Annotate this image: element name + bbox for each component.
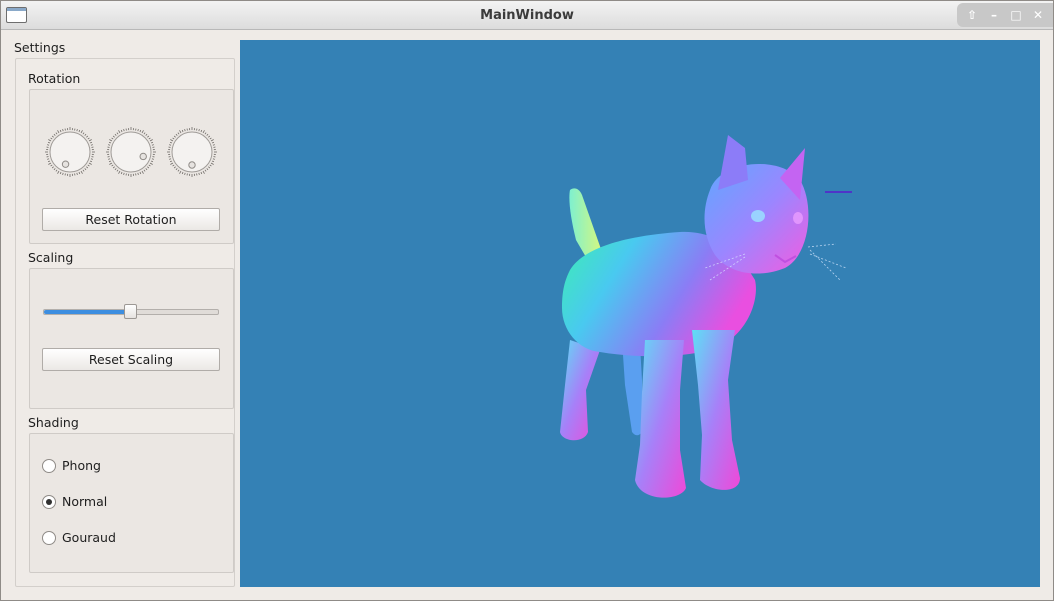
- shade-icon[interactable]: ⇧: [963, 6, 981, 24]
- radio-button[interactable]: [42, 495, 56, 509]
- settings-title: Settings: [14, 40, 66, 55]
- scaling-group: [29, 268, 234, 409]
- radio-label-phong: Phong: [62, 458, 101, 473]
- window-title: MainWindow: [480, 8, 574, 23]
- rotation-dial-z[interactable]: [167, 127, 217, 177]
- rotation-dial-y[interactable]: [106, 127, 156, 177]
- close-icon[interactable]: ✕: [1029, 6, 1047, 24]
- shading-title: Shading: [28, 415, 79, 430]
- radio-label-gouraud: Gouraud: [62, 530, 116, 545]
- radio-button[interactable]: [42, 531, 56, 545]
- radio-button[interactable]: [42, 459, 56, 473]
- maximize-icon[interactable]: □: [1007, 6, 1025, 24]
- cat-model-render: [560, 135, 852, 498]
- window-controls: ⇧ – □ ✕: [957, 3, 1053, 27]
- scaling-slider-handle[interactable]: [124, 304, 137, 319]
- minimize-icon[interactable]: –: [985, 6, 1003, 24]
- reset-rotation-button[interactable]: Reset Rotation: [42, 208, 220, 231]
- reset-scaling-button[interactable]: Reset Scaling: [42, 348, 220, 371]
- scaling-slider-fill: [44, 310, 131, 314]
- rotation-title: Rotation: [28, 71, 81, 86]
- title-bar[interactable]: MainWindow ⇧ – □ ✕: [1, 1, 1053, 30]
- shading-group: [29, 433, 234, 573]
- gl-viewport[interactable]: [240, 40, 1040, 587]
- scaling-title: Scaling: [28, 250, 74, 265]
- radio-label-normal: Normal: [62, 494, 108, 509]
- rotation-dial-x[interactable]: [45, 127, 95, 177]
